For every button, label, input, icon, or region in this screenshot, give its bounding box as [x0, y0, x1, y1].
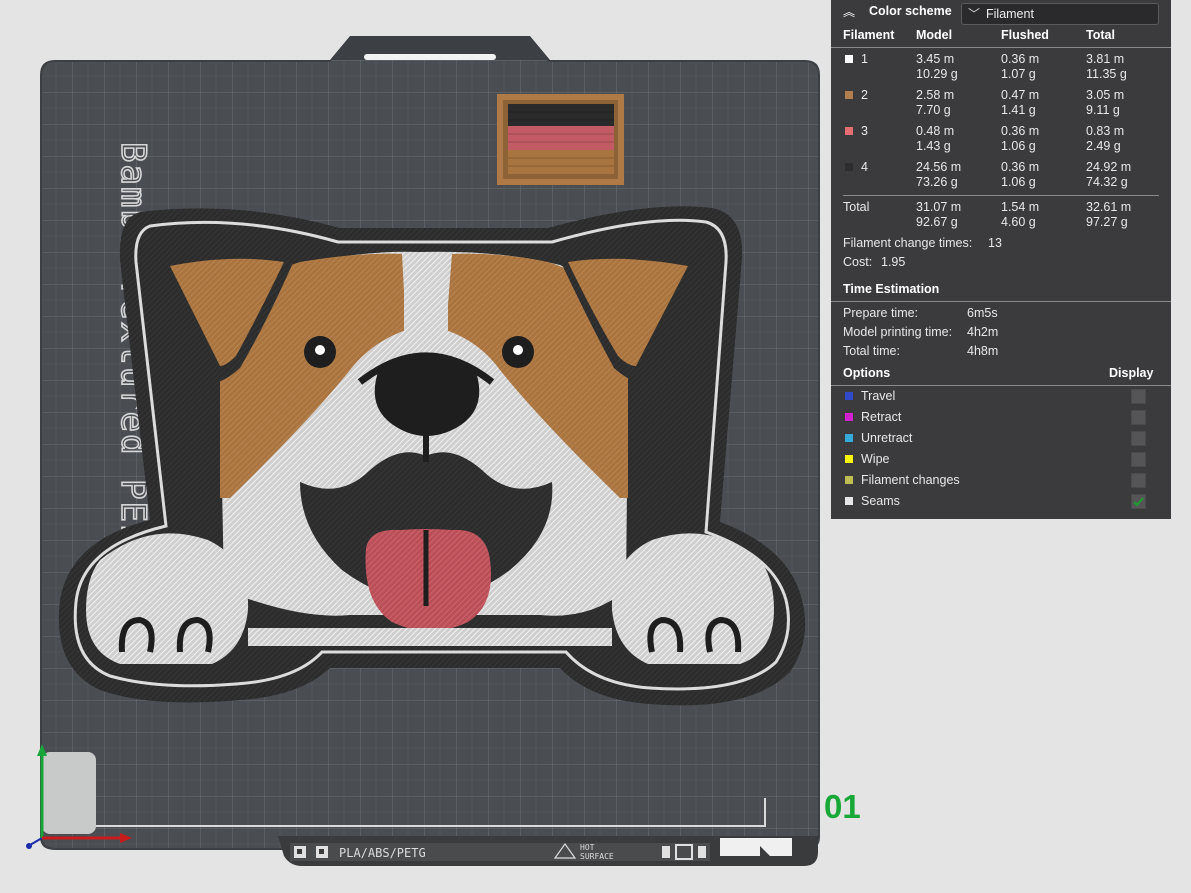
- flushed-weight: 1.41 g: [1001, 103, 1036, 117]
- total-divider: [843, 195, 1159, 196]
- total-length: 0.83 m: [1086, 124, 1125, 138]
- filament-2-swatch: [845, 91, 853, 99]
- model-weight: 1.43 g: [916, 139, 951, 153]
- total-length: 3.81 m: [1086, 52, 1125, 66]
- flushed-length: 0.36 m: [1001, 124, 1040, 138]
- option-label: Unretract: [861, 431, 913, 445]
- filament-3-swatch: [845, 127, 853, 135]
- model-time-label: Model printing time:: [843, 325, 953, 339]
- seams-checkbox[interactable]: [1131, 494, 1146, 509]
- total-model-weight: 92.67 g: [916, 215, 958, 229]
- total-length: 3.05 m: [1086, 88, 1125, 102]
- model-time-value: 4h2m: [967, 325, 999, 339]
- total-weight: 74.32 g: [1086, 175, 1128, 189]
- filament-change-label: Filament change times:: [843, 236, 973, 250]
- filament-id: 3: [861, 124, 868, 138]
- time-divider: [831, 301, 1171, 302]
- options-title: Options: [843, 366, 891, 380]
- total-weight: 2.49 g: [1086, 139, 1121, 153]
- col-header-total: Total: [1086, 28, 1115, 42]
- retract-swatch: [845, 413, 853, 421]
- wipe-tower[interactable]: [497, 94, 624, 185]
- total-flushed-length: 1.54 m: [1001, 200, 1040, 214]
- color-scheme-value: Filament: [986, 7, 1034, 21]
- filament-id: 2: [861, 88, 868, 102]
- filament-change-value: 13: [988, 236, 1002, 250]
- col-header-model: Model: [916, 28, 953, 42]
- total-length: 24.92 m: [1086, 160, 1132, 174]
- collapse-icon[interactable]: ︽: [843, 3, 855, 20]
- col-header-flushed: Flushed: [1001, 28, 1049, 42]
- total-time-value: 4h8m: [967, 344, 999, 358]
- col-header-filament: Filament: [843, 28, 895, 42]
- time-estimation-title: Time Estimation: [843, 282, 940, 296]
- filament-changes-swatch: [845, 476, 853, 484]
- option-label: Travel: [861, 389, 896, 403]
- prepare-time-label: Prepare time:: [843, 306, 919, 320]
- chevron-down-icon: ﹀: [968, 7, 981, 21]
- plate-number[interactable]: 01: [824, 788, 861, 826]
- options-divider: [831, 385, 1171, 386]
- wipe-checkbox[interactable]: [1131, 452, 1146, 467]
- total-flushed-weight: 4.60 g: [1001, 215, 1036, 229]
- total-total-weight: 97.27 g: [1086, 215, 1128, 229]
- filament-4-swatch: [845, 163, 853, 171]
- total-time-label: Total time:: [843, 344, 900, 358]
- total-label: Total: [843, 200, 870, 214]
- sliced-model[interactable]: [58, 206, 806, 706]
- travel-swatch: [845, 392, 853, 400]
- total-model-length: 31.07 m: [916, 200, 962, 214]
- model-length: 2.58 m: [916, 88, 955, 102]
- model-weight: 10.29 g: [916, 67, 958, 81]
- filament-changes-checkbox[interactable]: [1131, 473, 1146, 488]
- model-length: 0.48 m: [916, 124, 955, 138]
- prepare-time-value: 6m5s: [967, 306, 998, 320]
- color-scheme-label: Color scheme: [869, 4, 952, 18]
- option-label: Wipe: [861, 452, 890, 466]
- materials-label: PLA/ABS/PETG: [339, 846, 426, 860]
- option-label: Retract: [861, 410, 902, 424]
- model-weight: 7.70 g: [916, 103, 951, 117]
- display-title: Display: [1109, 366, 1154, 380]
- checkmark-icon: [1133, 497, 1144, 507]
- unretract-swatch: [845, 434, 853, 442]
- flushed-length: 0.36 m: [1001, 52, 1040, 66]
- model-length: 3.45 m: [916, 52, 955, 66]
- seams-swatch: [845, 497, 853, 505]
- retract-checkbox[interactable]: [1131, 410, 1146, 425]
- filament-1-swatch: [845, 55, 853, 63]
- total-total-length: 32.61 m: [1086, 200, 1132, 214]
- hot-surface-label-bottom: SURFACE: [580, 852, 614, 861]
- flushed-length: 0.36 m: [1001, 160, 1040, 174]
- wipe-swatch: [845, 455, 853, 463]
- filament-id: 1: [861, 52, 868, 66]
- flushed-weight: 1.06 g: [1001, 175, 1036, 189]
- model-length: 24.56 m: [916, 160, 962, 174]
- filament-id: 4: [861, 160, 868, 174]
- option-label: Seams: [861, 494, 900, 508]
- flushed-length: 0.47 m: [1001, 88, 1040, 102]
- flushed-weight: 1.07 g: [1001, 67, 1036, 81]
- total-weight: 11.35 g: [1086, 67, 1127, 81]
- model-weight: 73.26 g: [916, 175, 958, 189]
- unretract-checkbox[interactable]: [1131, 431, 1146, 446]
- travel-checkbox[interactable]: [1131, 389, 1146, 404]
- option-label: Filament changes: [861, 473, 960, 487]
- legend-panel: ︽ Color scheme ﹀ Filament Filament Model…: [831, 0, 1171, 519]
- flushed-weight: 1.06 g: [1001, 139, 1036, 153]
- cost-label: Cost:: [843, 255, 873, 269]
- total-weight: 9.11 g: [1086, 103, 1120, 117]
- color-scheme-select[interactable]: ﹀ Filament: [961, 3, 1159, 25]
- cost-value: 1.95: [881, 255, 906, 269]
- header-divider: [831, 47, 1171, 48]
- hot-surface-label-top: HOT: [580, 843, 595, 852]
